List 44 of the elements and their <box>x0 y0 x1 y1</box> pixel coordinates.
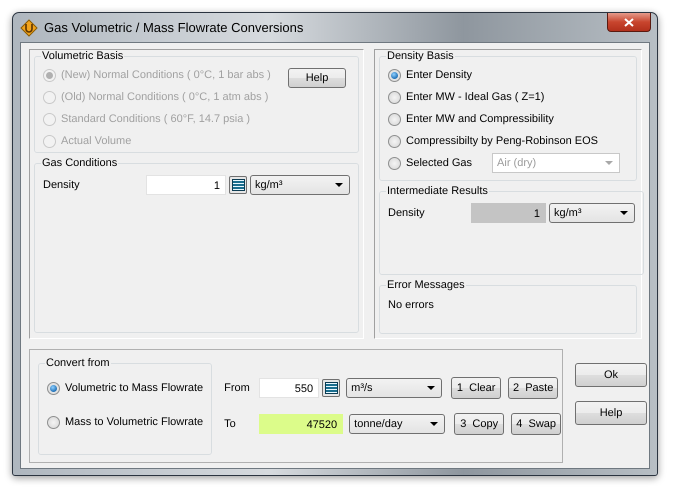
caret-icon <box>335 183 343 187</box>
paste-button[interactable]: 2 Paste <box>508 377 558 399</box>
radio-option[interactable]: Enter MW - Ideal Gas ( Z=1) <box>388 86 544 108</box>
from-field[interactable]: 550 <box>259 378 320 398</box>
group-title: Volumetric Basis <box>41 50 124 62</box>
group-title: Convert from <box>45 357 111 369</box>
radio-option[interactable]: Enter Density <box>388 64 472 86</box>
density-field[interactable]: 1 <box>146 175 226 195</box>
field-label: From <box>224 382 251 394</box>
to-field: 47520 <box>259 414 344 434</box>
close-icon <box>624 18 634 26</box>
app-icon <box>20 18 38 36</box>
field-label: Density <box>43 179 81 191</box>
window-title: Gas Volumetric / Mass Flowrate Conversions <box>44 20 304 35</box>
density-result-field: 1 <box>471 203 546 223</box>
radio-option[interactable]: Mass to Volumetric Flowrate <box>47 405 204 439</box>
field-label: To <box>224 418 237 430</box>
unit-dropdown[interactable]: kg/m³ <box>549 203 635 223</box>
group-title: Gas Conditions <box>41 157 118 169</box>
clear-button[interactable]: 1 Clear <box>451 377 502 399</box>
radio-option[interactable]: Enter MW and Compressibility <box>388 108 554 130</box>
caret-icon <box>427 386 436 390</box>
group-title: Intermediate Results <box>386 185 489 197</box>
calculator-icon[interactable] <box>229 176 247 194</box>
caret-icon <box>430 422 438 426</box>
group-title: Density Basis <box>386 50 455 62</box>
radio-option[interactable]: Volumetric to Mass Flowrate <box>47 371 204 405</box>
caret-icon <box>620 211 628 215</box>
ok-button[interactable]: Ok <box>575 363 647 387</box>
field-label: Density <box>388 207 426 219</box>
help-button[interactable]: Help <box>575 401 647 425</box>
copy-button[interactable]: 3 Copy <box>454 413 504 435</box>
calculator-icon[interactable] <box>322 379 340 397</box>
radio-option[interactable]: Compressibilty by Peng-Robinson EOS <box>388 130 598 152</box>
unit-dropdown[interactable]: kg/m³ <box>250 175 350 195</box>
unit-dropdown[interactable]: m³/s <box>346 378 442 398</box>
error-message: No errors <box>388 299 435 311</box>
caret-icon <box>605 161 614 165</box>
unit-dropdown[interactable]: tonne/day <box>349 414 446 434</box>
help-button[interactable]: Help <box>288 68 346 88</box>
close-button[interactable] <box>607 13 651 32</box>
swap-button[interactable]: 4 Swap <box>511 413 562 435</box>
radio-option[interactable]: Selected Gas <box>388 152 472 174</box>
group-title: Error Messages <box>386 279 466 291</box>
